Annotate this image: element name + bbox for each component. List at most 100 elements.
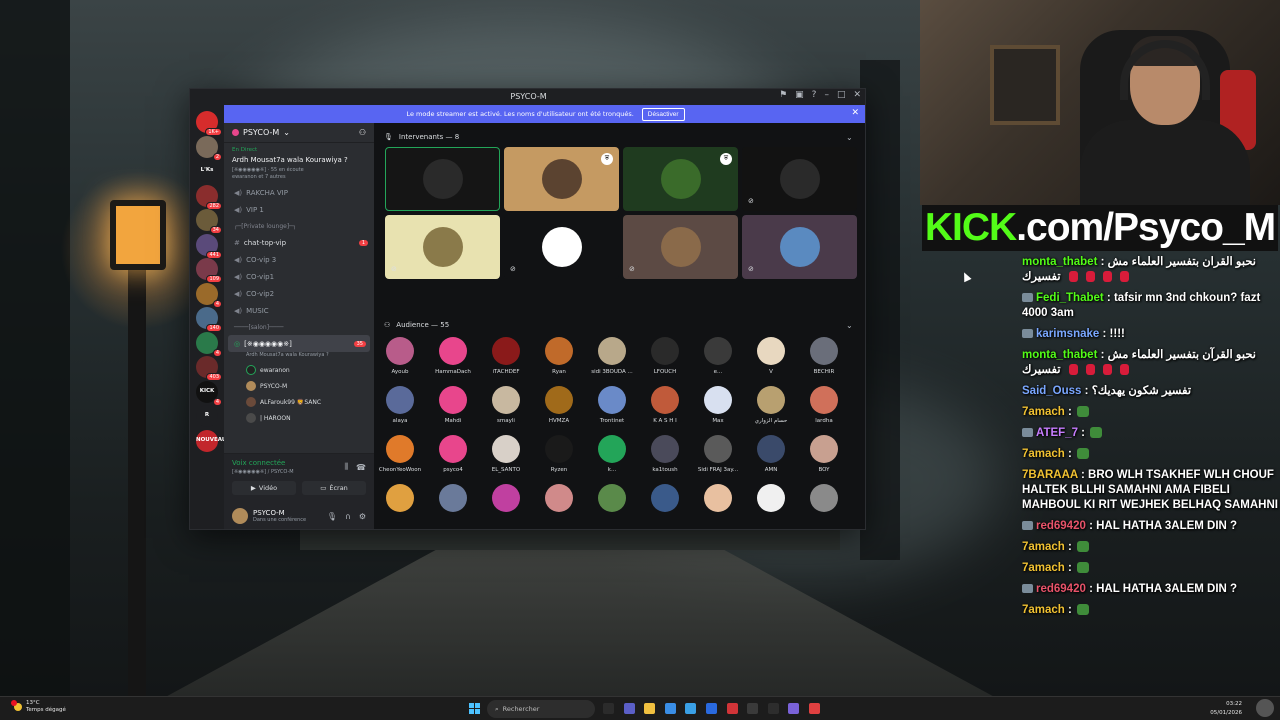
microphone-icon[interactable]: 🎙 — [327, 512, 337, 521]
audience-member[interactable]: psyco4 — [428, 435, 478, 473]
category-private-lounge[interactable]: ┌─[Private lounge]─┐ — [224, 218, 374, 234]
audience-member[interactable]: EL_SANTO — [481, 435, 531, 473]
taskbar-search[interactable]: ⌕ Rechercher — [487, 700, 595, 718]
audience-member[interactable]: CheonYeoWoon — [375, 435, 425, 473]
audience-member[interactable]: Ryzen — [534, 435, 584, 473]
taskbar-app-icon[interactable] — [664, 703, 676, 714]
audience-member[interactable]: smayli — [481, 386, 531, 424]
close-icon[interactable]: ✕ — [851, 108, 859, 118]
audience-member[interactable]: e... — [693, 337, 743, 375]
taskbar-app-icon[interactable] — [788, 703, 800, 714]
inbox-icon[interactable]: ⚑ — [779, 90, 787, 100]
speaker-tile[interactable]: ⛨ — [504, 147, 619, 211]
audience-member[interactable] — [640, 484, 690, 516]
voice-status[interactable]: Voix connectée — [232, 459, 294, 467]
windows-start-icon[interactable] — [469, 703, 480, 714]
audience-member[interactable]: HammaDach — [428, 337, 478, 375]
server-icon[interactable]: NOUVEAU — [196, 429, 226, 452]
speaker-tile[interactable] — [385, 147, 500, 211]
speaker-tile[interactable]: ⊘ — [504, 215, 619, 279]
audience-member[interactable] — [534, 484, 584, 516]
server-icon[interactable]: 140 — [196, 307, 222, 332]
server-icon[interactable]: 403 — [196, 356, 222, 381]
audience-member[interactable] — [428, 484, 478, 516]
speakers-header[interactable]: 🎙 Intervenants — 8 ⌄ — [384, 133, 857, 142]
server-icon[interactable]: 109 — [196, 258, 222, 283]
server-icon[interactable]: R — [196, 405, 218, 427]
server-icon[interactable]: 441 — [196, 233, 222, 259]
taskbar-app-icon[interactable] — [809, 703, 820, 714]
server-icon[interactable]: 4 — [196, 331, 222, 357]
speaker-tile[interactable]: ⊘ — [385, 215, 500, 279]
screen-share-icon[interactable]: ▣ — [795, 90, 804, 100]
discord-window[interactable]: PSYCO-M ⚑ ▣ ? – □ ✕ Le mode streamer est… — [189, 88, 866, 530]
server-icon[interactable]: L'Ks — [196, 160, 218, 182]
video-button[interactable]: ▶ Vidéo — [232, 481, 296, 495]
speaker-tile[interactable]: ⊘ — [623, 215, 738, 279]
channel-co-vip1[interactable]: ◀) CO-vip1 — [224, 268, 374, 285]
server-icon[interactable]: 4 — [196, 282, 222, 308]
audience-member[interactable]: BECHIR — [799, 337, 849, 375]
audience-member[interactable]: Trontinet — [587, 386, 637, 424]
chevron-down-icon[interactable]: ⌄ — [846, 321, 853, 330]
notification-avatar[interactable] — [1256, 699, 1274, 717]
audience-member[interactable]: HVMZA — [534, 386, 584, 424]
server-icon[interactable]: 1K+ — [196, 111, 222, 136]
channel-music[interactable]: ◀) MUSIC — [224, 302, 374, 319]
audience-member[interactable]: lardha — [799, 386, 849, 424]
audience-member[interactable]: حسام الزواري — [746, 386, 796, 424]
taskbar-app-icon[interactable] — [767, 703, 779, 714]
audience-member[interactable] — [746, 484, 796, 516]
close-button[interactable]: ✕ — [853, 90, 861, 100]
audience-member[interactable]: BOY — [799, 435, 849, 473]
disable-streamer-button[interactable]: Désactiver — [641, 107, 685, 121]
taskbar-app-icon[interactable] — [685, 703, 697, 714]
maximize-button[interactable]: □ — [837, 90, 846, 100]
audience-member[interactable] — [799, 484, 849, 516]
speaker-tile[interactable]: ⊘ — [742, 215, 857, 279]
audience-member[interactable]: alaya — [375, 386, 425, 424]
speaker-tile[interactable]: ⛨ — [623, 147, 738, 211]
add-member-icon[interactable]: ⚇ — [359, 128, 366, 137]
audience-member[interactable]: iTACHDEF — [481, 337, 531, 375]
audience-member[interactable] — [587, 484, 637, 516]
audience-member[interactable]: Sidi FRAJ 3ay... — [693, 435, 743, 473]
channel-co-vip-3[interactable]: ◀) CO-vip 3 — [224, 251, 374, 268]
stage-member[interactable]: | HAROON — [224, 410, 374, 426]
taskbar-app-icon[interactable] — [603, 703, 614, 714]
audience-member[interactable] — [693, 484, 743, 516]
server-icon[interactable]: KICK 4 — [196, 380, 222, 406]
server-icon[interactable]: 282 — [196, 184, 222, 210]
taskbar-app-icon[interactable] — [747, 703, 759, 714]
window-titlebar[interactable]: PSYCO-M ⚑ ▣ ? – □ ✕ — [190, 89, 865, 104]
taskbar-app-icon[interactable] — [706, 703, 717, 714]
taskbar-app-icon[interactable] — [644, 703, 656, 714]
stage-channel[interactable]: ◎ [※◉◉◉◉◉※] 35 — [228, 335, 370, 352]
audience-member[interactable]: K A S H I — [640, 386, 690, 424]
audience-member[interactable]: Max — [693, 386, 743, 424]
server-icon[interactable]: 2 — [196, 135, 222, 161]
help-icon[interactable]: ? — [812, 90, 817, 100]
screen-share-button[interactable]: ▭ Écran — [302, 481, 366, 495]
stage-member[interactable]: ALFarouk99 🦁SANC — [224, 394, 374, 410]
weather-widget[interactable]: 13°C Temps dégagé — [11, 700, 66, 714]
taskbar-app-icon[interactable] — [726, 703, 738, 714]
audience-member[interactable]: LFOUCH — [640, 337, 690, 375]
channel-chat-top-vip[interactable]: # chat-top-vip 1 — [224, 234, 374, 251]
audience-member[interactable] — [481, 484, 531, 516]
audience-member[interactable]: AMN — [746, 435, 796, 473]
taskbar-app-icon[interactable] — [623, 703, 635, 714]
chevron-down-icon[interactable]: ⌄ — [846, 133, 853, 142]
stage-member[interactable]: PSYCO-M — [224, 378, 374, 394]
minimize-button[interactable]: – — [824, 90, 829, 100]
gear-icon[interactable]: ⚙ — [359, 512, 366, 521]
category-salon[interactable]: ────[salon]──── — [224, 319, 374, 335]
speaker-tile[interactable]: ⊘ — [742, 147, 857, 211]
audience-member[interactable]: Mahdi — [428, 386, 478, 424]
disconnect-icon[interactable]: ☎ — [356, 463, 366, 472]
channel-co-vip2[interactable]: ◀) CO-vip2 — [224, 285, 374, 302]
channel-rakcha-vip[interactable]: ◀) RAKCHA VIP — [224, 184, 374, 201]
server-header[interactable]: PSYCO-M ⌄ ⚇ — [224, 123, 374, 143]
live-event[interactable]: En Direct Ardh Mousat7a wala Kourawiya ?… — [224, 143, 374, 184]
audience-member[interactable]: Ryan — [534, 337, 584, 375]
